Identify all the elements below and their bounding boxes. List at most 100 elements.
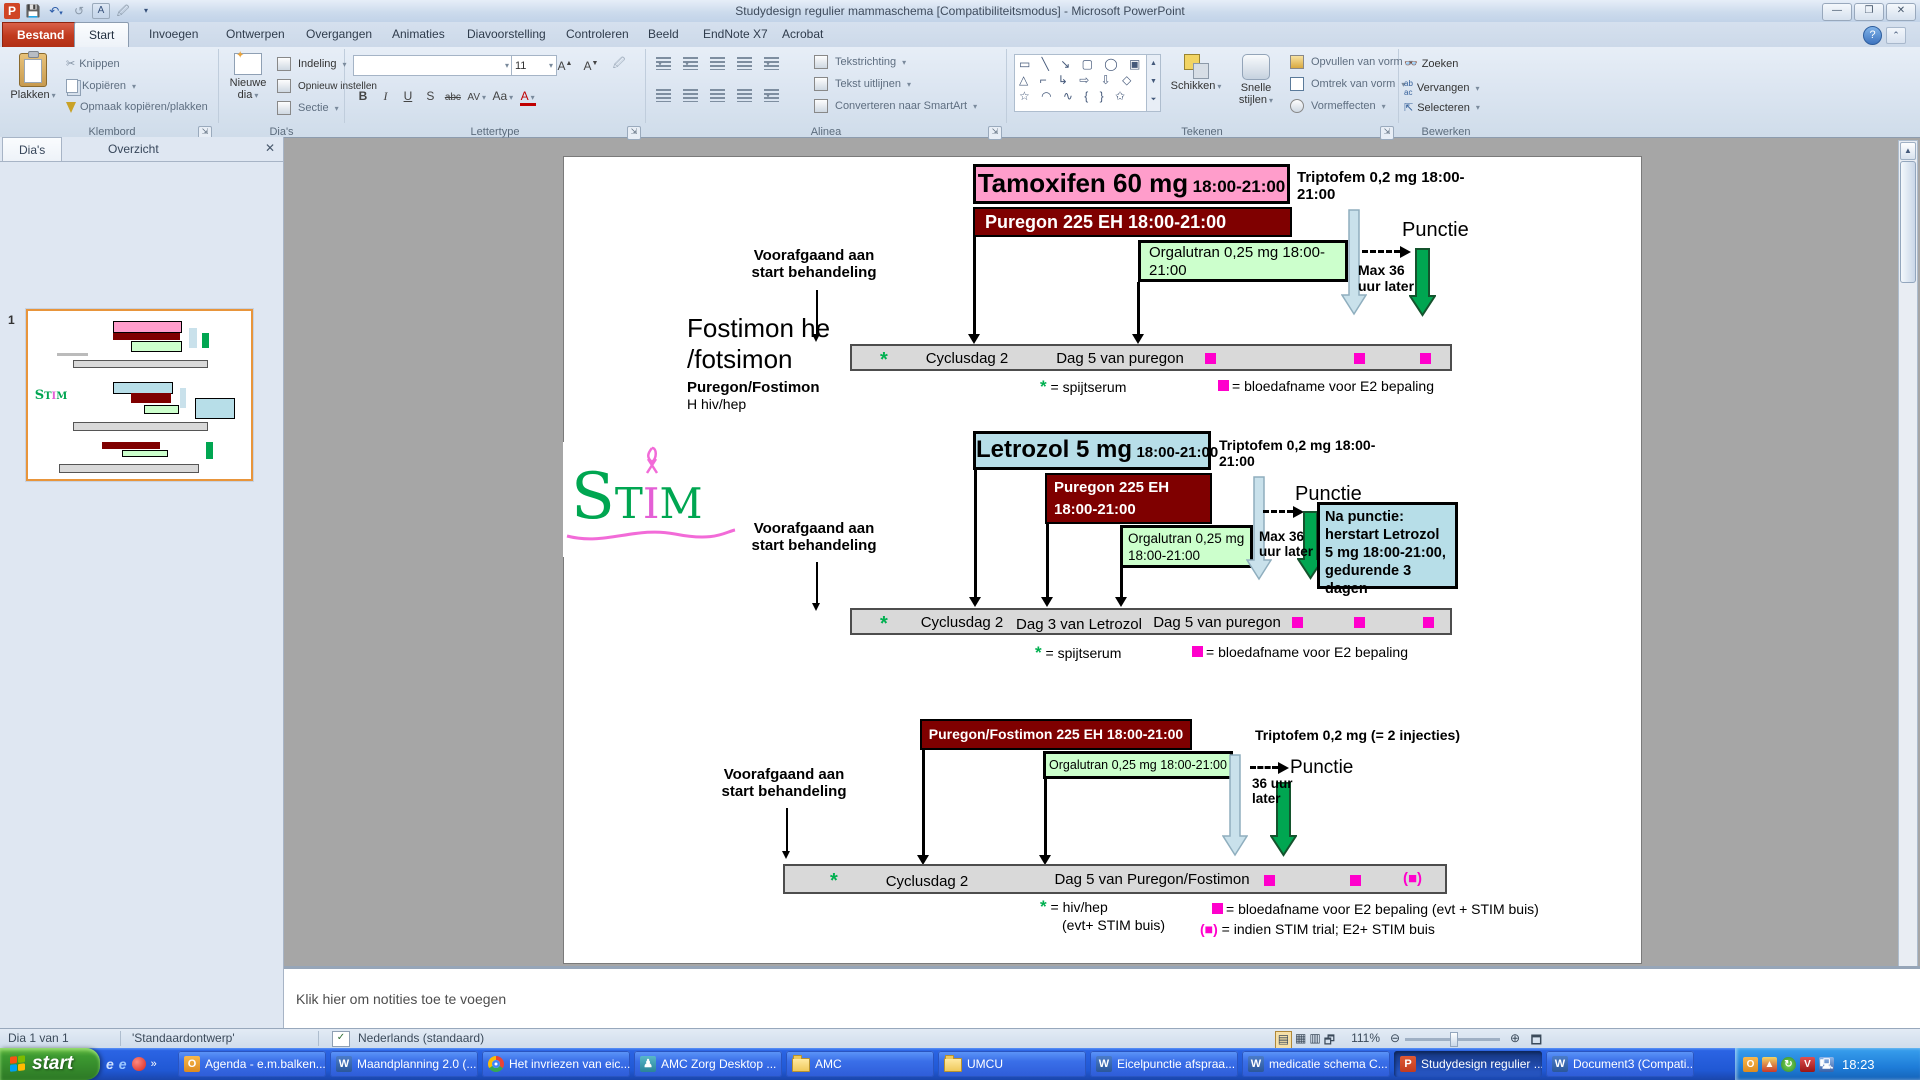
shape-gallery[interactable]: ▭ ╲ ↘ ▢ ◯ ▣ △ ⌐ ↳ ⇨ ⇩ ◇ ☆ ◠ ∿ { } ✩ [1014, 54, 1152, 112]
undo-button[interactable]: ↶▾ [46, 2, 66, 20]
shape-fill-button[interactable]: Opvullen van vorm [1290, 55, 1413, 69]
stim-logo[interactable]: STIM [563, 442, 741, 557]
taskbar-window-medicatie[interactable]: Wmedicatie schema C... [1242, 1051, 1390, 1077]
notes-pane[interactable]: Klik hier om notities toe te voegen [284, 966, 1920, 1031]
tab-acrobat[interactable]: Acrobat [768, 22, 837, 47]
timeline-bar-1[interactable]: * Cyclusdag 2 Dag 5 van puregon [850, 344, 1452, 371]
help-icon[interactable]: ? [1863, 26, 1882, 45]
tray-outlook-icon[interactable]: O [1743, 1057, 1758, 1072]
orgalutran-box-2[interactable]: Orgalutran 0,25 mg 18:00-21:00 [1120, 525, 1253, 568]
qat-customize-caret[interactable]: ▾ [136, 2, 156, 20]
close-button[interactable]: ✕ [1886, 3, 1916, 21]
change-case-button[interactable]: Aa [492, 88, 513, 105]
quick-styles-button[interactable]: Snelle stijlen [1228, 54, 1284, 106]
timeline-bar-3[interactable]: * Cyclusdag 2 Dag 5 van Puregon/Fostimon… [783, 864, 1447, 894]
browser-quicklaunch-icon[interactable]: e [119, 1056, 127, 1072]
redo-button[interactable]: ↺ [69, 2, 89, 20]
replace-button[interactable]: abacVervangen [1404, 79, 1480, 97]
taskbar-window-amc-zorg[interactable]: ♟AMC Zorg Desktop ... [634, 1051, 782, 1077]
orgalutran-box-3[interactable]: Orgalutran 0,25 mg 18:00-21:00 [1043, 751, 1233, 779]
tray-alert-icon[interactable]: ▲ [1762, 1057, 1777, 1072]
tab-bestand[interactable]: Bestand [2, 22, 79, 48]
arrange-button[interactable]: Schikken [1168, 54, 1224, 92]
tab-overgangen[interactable]: Overgangen [292, 22, 386, 47]
timeline-arrow-3b[interactable] [1044, 779, 1047, 856]
tekenen-dialog-launcher[interactable]: ⇲ [1380, 126, 1394, 140]
shrink-font-button[interactable]: A▼ [583, 55, 599, 72]
start-button[interactable]: start [0, 1048, 100, 1080]
timeline-arrow-2c[interactable] [1120, 568, 1123, 598]
taskbar-window-document3[interactable]: WDocument3 (Compati... [1546, 1051, 1694, 1077]
puregon-box-1[interactable]: Puregon 225 EH 18:00-21:00 [973, 207, 1292, 237]
notes-placeholder[interactable]: Klik hier om notities toe te voegen [296, 991, 506, 1007]
status-language[interactable]: Nederlands (standaard) [358, 1031, 484, 1045]
increase-indent-button[interactable] [737, 57, 752, 70]
tray-display-icon[interactable]: 🖳 [1819, 1057, 1834, 1072]
scroll-up-icon[interactable]: ▲ [1900, 142, 1916, 160]
paste-button[interactable]: Plakken [8, 53, 58, 101]
alinea-dialog-launcher[interactable]: ⇲ [988, 126, 1002, 140]
format-painter-qat-button[interactable]: 🖉 [113, 2, 133, 20]
find-button[interactable]: 👓Zoeken [1404, 57, 1458, 70]
zoom-slider-thumb[interactable] [1450, 1032, 1458, 1047]
numbering-button[interactable] [683, 57, 698, 70]
slide-thumbnail[interactable]: STIM [26, 309, 253, 481]
tab-beeld[interactable]: Beeld [634, 22, 693, 47]
ie-quicklaunch-icon[interactable]: e [106, 1056, 114, 1072]
save-button[interactable]: 💾 [23, 2, 43, 20]
dashed-arrow-1[interactable] [1362, 250, 1400, 253]
zoom-out-icon[interactable]: ⊖ [1390, 1031, 1400, 1045]
text-direction-button[interactable]: Tekstrichting [814, 55, 906, 69]
timeline-arrow-1b[interactable] [1137, 282, 1140, 335]
panel-close-icon[interactable]: ✕ [265, 141, 275, 155]
timeline-arrow-3a[interactable] [922, 750, 925, 856]
tab-animaties[interactable]: Animaties [378, 22, 459, 47]
shape-outline-button[interactable]: Omtrek van vorm [1290, 77, 1405, 91]
layout-button[interactable]: Indeling [277, 57, 347, 71]
font-name-combobox[interactable]: ▾ [353, 55, 513, 76]
dashed-arrow-3[interactable] [1250, 766, 1278, 769]
shape-gallery-scroll[interactable]: ▲▼⏷ [1146, 54, 1161, 112]
blue-arrow-3[interactable] [1222, 754, 1248, 857]
clear-formatting-button[interactable]: 🖉 [611, 55, 627, 72]
scrollbar-thumb[interactable] [1900, 161, 1916, 283]
panel-tab-overzicht[interactable]: Overzicht [92, 137, 175, 161]
taskbar-window-maandplanning[interactable]: WMaandplanning 2.0 (... [330, 1051, 478, 1077]
line-spacing-button[interactable] [764, 57, 779, 70]
bold-button[interactable]: B [355, 88, 371, 105]
columns-button[interactable] [764, 89, 779, 102]
taskbar-window-eicelpunctie[interactable]: WEicelpunctie afspraa... [1090, 1051, 1238, 1077]
tab-ontwerpen[interactable]: Ontwerpen [212, 22, 299, 47]
tray-sync-icon[interactable]: ↻ [1781, 1057, 1796, 1072]
opera-quicklaunch-icon[interactable] [132, 1057, 146, 1071]
decrease-indent-button[interactable] [710, 57, 725, 70]
vertical-scrollbar[interactable]: ▲ ⏶ ⏷ ▼ [1898, 140, 1918, 1026]
font-box-button[interactable]: A [92, 3, 110, 19]
bullets-button[interactable] [656, 57, 671, 70]
tray-antivirus-icon[interactable]: V [1800, 1057, 1815, 1072]
orgalutran-box-1[interactable]: Orgalutran 0,25 mg 18:00-21:00 [1138, 240, 1348, 282]
align-text-button[interactable]: Tekst uitlijnen [814, 77, 911, 91]
taskbar-window-studydesign[interactable]: PStudydesign regulier ... [1394, 1051, 1542, 1077]
spellcheck-icon[interactable]: ✓ [332, 1031, 350, 1047]
tamoxifen-box[interactable]: Tamoxifen 60 mg 18:00-21:00 [973, 164, 1290, 204]
timeline-bar-2[interactable]: * Cyclusdag 2 Dag 3 van Letrozol Dag 5 v… [850, 608, 1452, 635]
font-color-button[interactable]: A [520, 89, 536, 106]
align-center-button[interactable] [683, 89, 698, 102]
tab-diavoorstelling[interactable]: Diavoorstelling [453, 22, 560, 47]
taskbar-window-agenda[interactable]: OAgenda - e.m.balken... [178, 1051, 326, 1077]
lettertype-dialog-launcher[interactable]: ⇲ [627, 126, 641, 140]
tab-start[interactable]: Start [74, 22, 129, 48]
taskbar-window-umcu-folder[interactable]: UMCU [938, 1051, 1086, 1077]
font-size-combobox[interactable]: 11▾ [511, 55, 557, 76]
underline-button[interactable]: U [400, 88, 416, 105]
cut-button[interactable]: ✂Knippen [66, 57, 120, 70]
side-text-fostimon[interactable]: Fostimon he /fotsimon Puregon/Fostimon H… [687, 313, 830, 412]
dashed-arrow-2[interactable] [1263, 510, 1293, 513]
na-punctie-box[interactable]: Na punctie: herstart Letrozol 5 mg 18:00… [1317, 502, 1458, 589]
align-right-button[interactable] [710, 89, 725, 102]
select-button[interactable]: ⇱Selecteren [1404, 101, 1480, 114]
new-slide-button[interactable]: Nieuwe dia [223, 53, 273, 101]
puregon-box-2[interactable]: Puregon 225 EH 18:00-21:00 [1045, 473, 1212, 524]
smartart-button[interactable]: Converteren naar SmartArt [814, 99, 977, 113]
